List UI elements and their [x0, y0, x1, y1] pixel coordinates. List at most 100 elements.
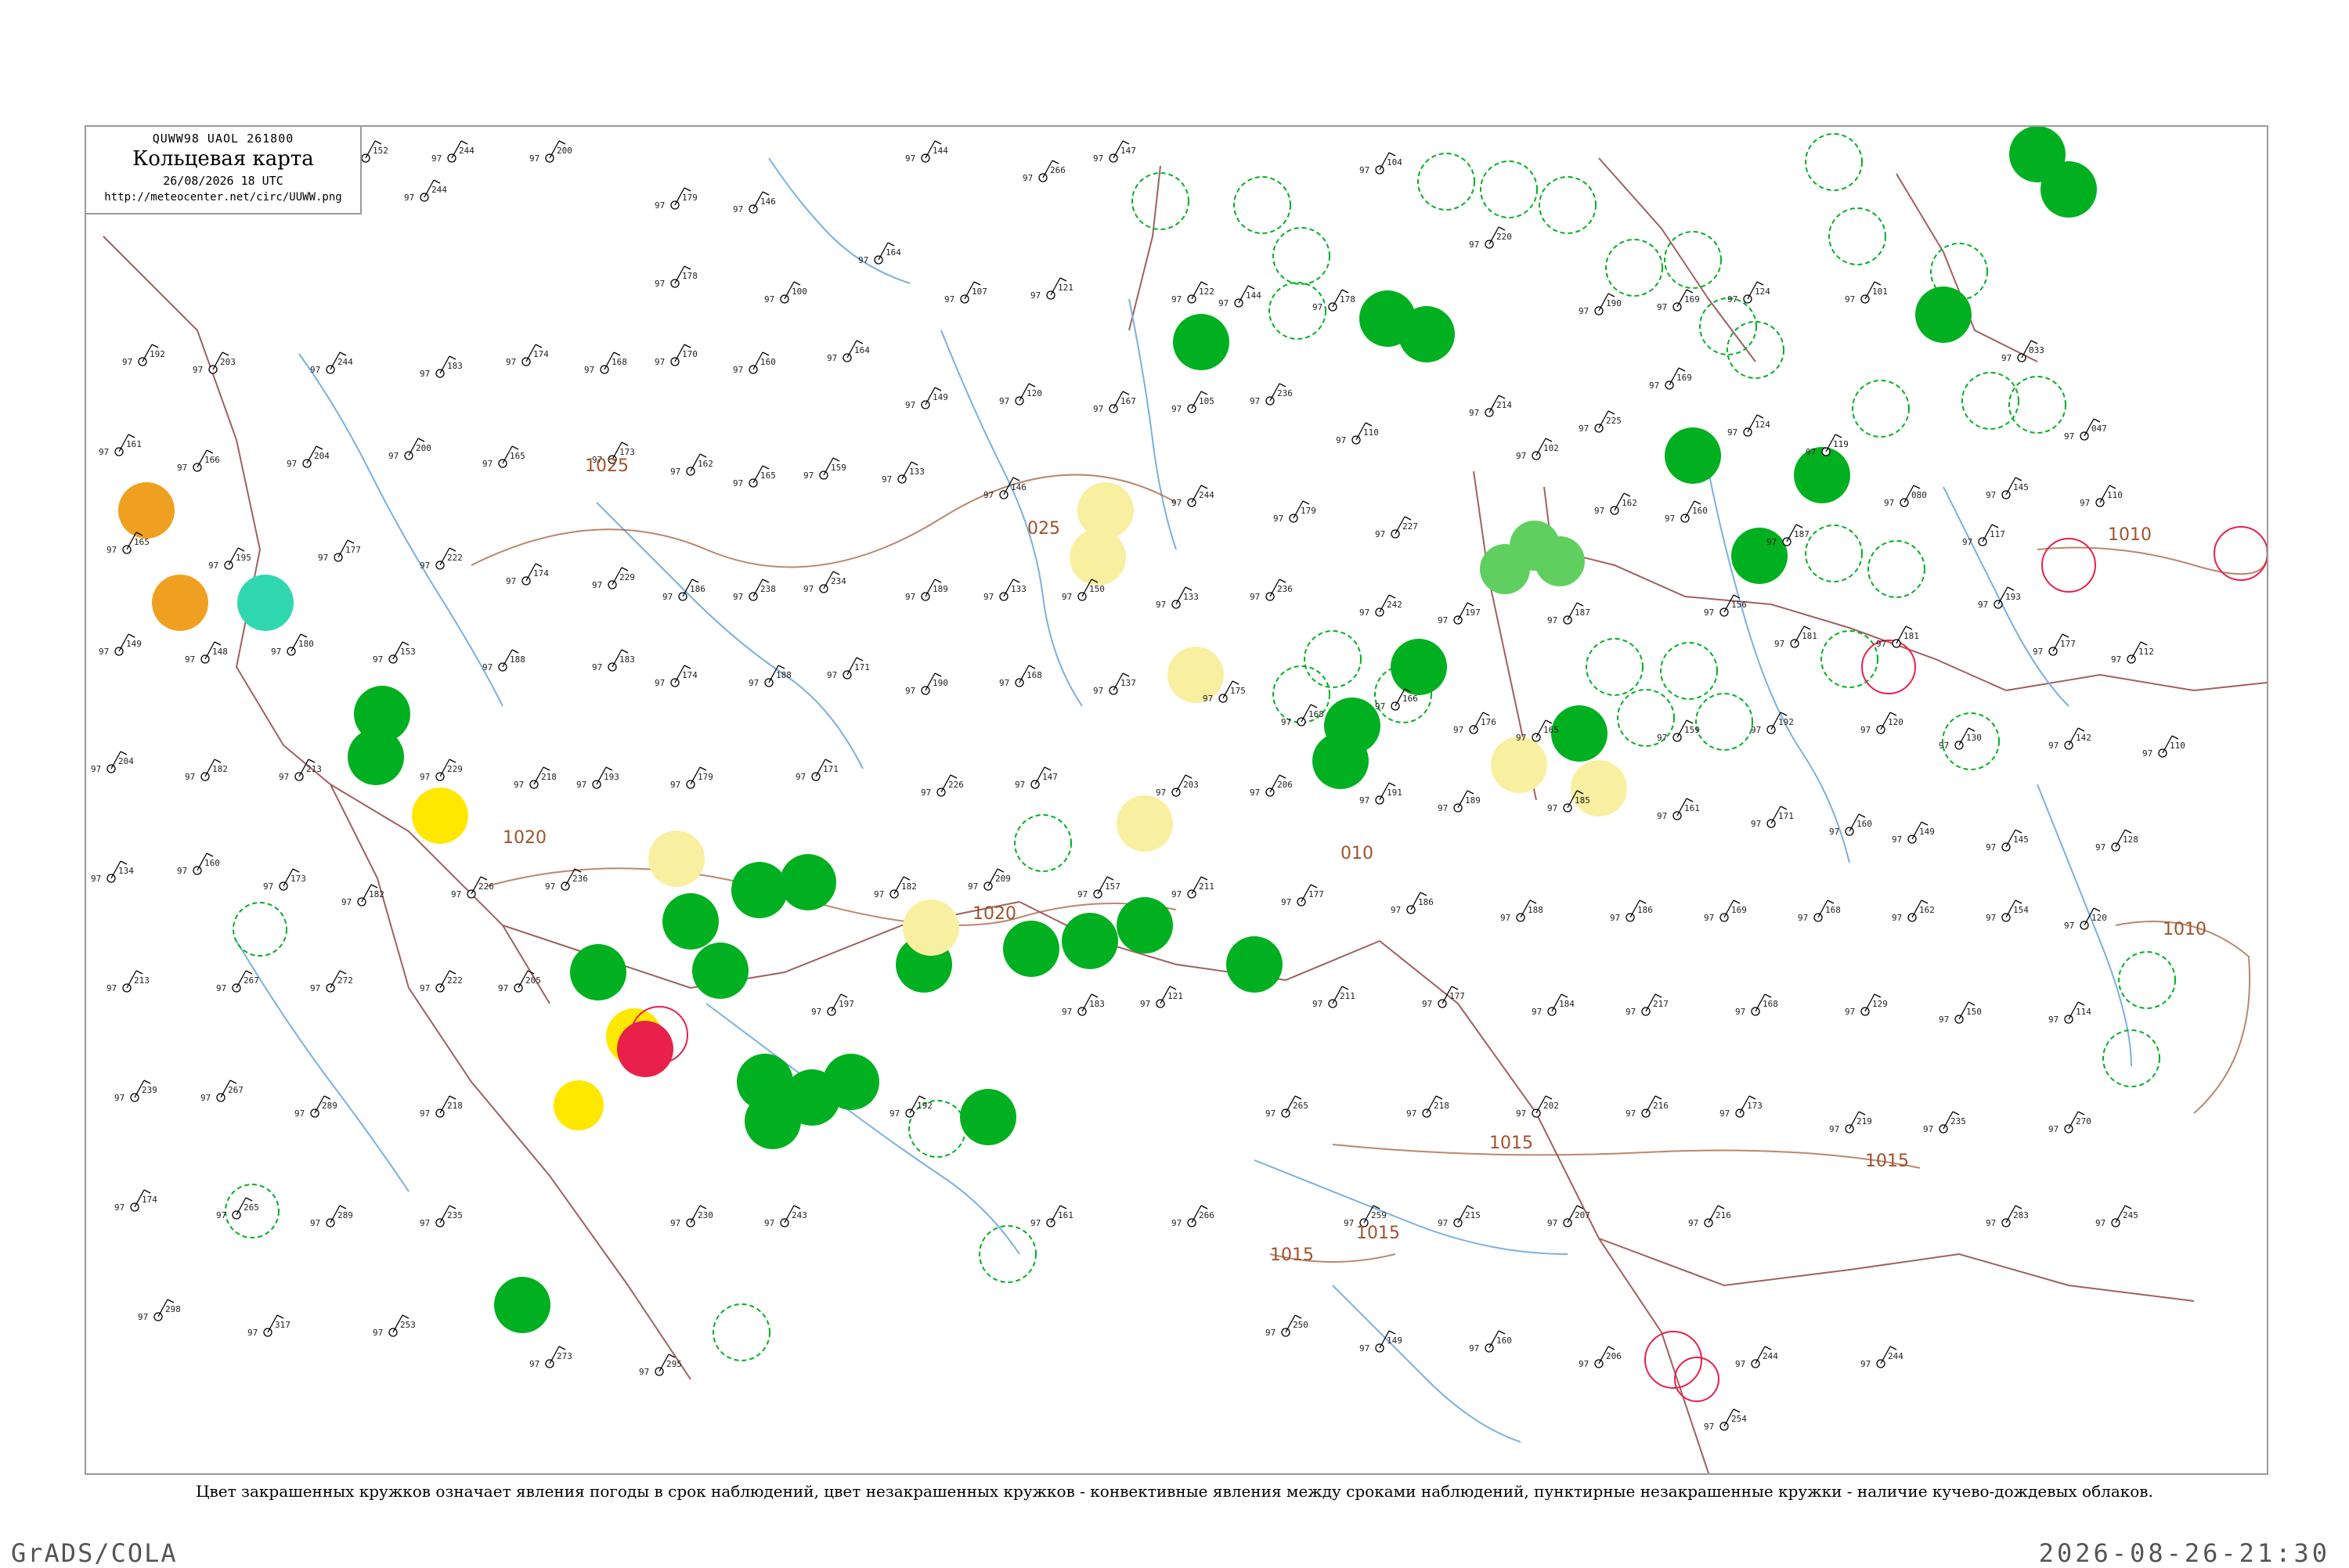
station-plot[interactable]: 101 97 — [1845, 281, 1888, 305]
station-plot[interactable]: 190 97 — [1579, 293, 1622, 316]
station-plot[interactable]: 272 97 — [310, 970, 353, 993]
station-plot[interactable]: 270 97 — [2048, 1111, 2091, 1134]
station-plot[interactable]: 239 97 — [114, 1080, 157, 1103]
station-plot[interactable]: 121 97 — [1140, 986, 1183, 1009]
weather-circle-rain[interactable] — [1794, 447, 1850, 503]
station-plot[interactable]: 183 97 — [420, 355, 463, 379]
station-plot[interactable]: 209 97 — [968, 868, 1011, 892]
station-plot[interactable]: 149 97 — [905, 387, 948, 410]
weather-circle-drizzle[interactable] — [1491, 737, 1547, 793]
station-plot[interactable]: 227 97 — [1375, 516, 1418, 539]
weather-circle-rain[interactable] — [823, 1054, 879, 1110]
station-plot[interactable]: 181 97 — [1774, 625, 1817, 649]
station-plot[interactable]: 213 97 — [106, 970, 150, 993]
station-plot[interactable]: 110 97 — [1336, 422, 1379, 445]
station-plot[interactable]: 182 97 — [185, 759, 228, 782]
weather-circle-rain[interactable] — [1398, 306, 1455, 362]
weather-circle-rain[interactable] — [1062, 913, 1118, 969]
weather-circle-rain[interactable] — [1731, 528, 1788, 584]
station-plot[interactable]: 180 97 — [271, 633, 314, 657]
station-plot[interactable]: 128 97 — [2095, 829, 2138, 852]
station-plot[interactable]: 211 97 — [1171, 876, 1214, 899]
station-plot[interactable]: 182 97 — [341, 884, 384, 907]
station-plot[interactable]: 174 97 — [506, 563, 549, 586]
weather-circle-rain[interactable] — [1915, 287, 1972, 343]
station-plot[interactable]: 218 97 — [514, 766, 557, 790]
station-plot[interactable]: 168 97 — [584, 351, 627, 375]
station-plot[interactable]: 244 97 — [431, 140, 474, 164]
station-plot[interactable]: 219 97 — [1829, 1111, 1872, 1134]
station-plot[interactable]: 161 97 — [1657, 798, 1700, 821]
station-plot[interactable]: 122 97 — [1171, 281, 1214, 305]
station-plot[interactable]: 153 97 — [373, 641, 416, 665]
weather-circle-drizzle[interactable] — [1077, 482, 1134, 539]
station-plot[interactable]: 149 97 — [1892, 821, 1935, 845]
station-plot[interactable]: 203 97 — [1156, 774, 1199, 798]
station-plot[interactable]: 189 97 — [905, 579, 948, 602]
station-plot[interactable]: 298 97 — [138, 1299, 181, 1322]
station-plot[interactable]: 215 97 — [1438, 1205, 1481, 1228]
weather-circle-haze[interactable] — [152, 575, 208, 631]
station-plot[interactable]: 133 97 — [983, 579, 1027, 602]
station-plot[interactable]: 265 97 — [1265, 1095, 1308, 1119]
station-plot[interactable]: 244 97 — [1860, 1346, 1903, 1369]
station-plot[interactable]: 114 97 — [2048, 1001, 2091, 1025]
station-plot[interactable]: 192 97 — [1751, 712, 1794, 735]
station-plot[interactable]: 165 97 — [482, 445, 525, 469]
weather-circle-thunderstorm[interactable] — [617, 1021, 673, 1077]
station-plot[interactable]: 229 97 — [420, 759, 463, 782]
station-plot[interactable]: 146 97 — [983, 477, 1027, 500]
station-plot[interactable]: 145 97 — [1986, 477, 2029, 500]
station-plot[interactable]: 253 97 — [373, 1314, 416, 1338]
weather-circle-rain[interactable] — [494, 1277, 550, 1333]
station-plot[interactable]: 147 97 — [1015, 766, 1058, 790]
station-plot[interactable]: 206 97 — [1250, 774, 1293, 798]
station-plot[interactable]: 110 97 — [2142, 735, 2185, 759]
station-plot[interactable]: 146 97 — [733, 191, 776, 214]
station-plot[interactable]: 244 97 — [1171, 485, 1214, 508]
station-plot[interactable]: 133 97 — [1156, 586, 1199, 610]
station-plot[interactable]: 162 97 — [1892, 899, 1935, 923]
station-plot[interactable]: 222 97 — [420, 547, 463, 571]
station-plot[interactable]: 289 97 — [310, 1205, 353, 1228]
station-plot[interactable]: 273 97 — [529, 1346, 572, 1369]
station-plot[interactable]: 188 97 — [1500, 899, 1543, 923]
station-plot[interactable]: 182 97 — [874, 876, 917, 899]
station-plot[interactable]: 235 97 — [420, 1205, 463, 1228]
station-plot[interactable]: 174 97 — [655, 665, 698, 688]
station-plot[interactable]: 170 97 — [655, 344, 698, 367]
station-plot[interactable]: 265 97 — [216, 1197, 259, 1220]
weather-circle-drizzle[interactable] — [648, 831, 705, 887]
station-plot[interactable]: 164 97 — [827, 340, 870, 363]
station-plot[interactable]: 193 97 — [576, 766, 619, 790]
station-plot[interactable]: 047 97 — [2064, 418, 2107, 442]
station-plot[interactable]: 150 97 — [1939, 1001, 1982, 1025]
station-plot[interactable]: 186 97 — [1391, 892, 1434, 915]
weather-circle-rain[interactable] — [2040, 161, 2097, 218]
station-plot[interactable]: 188 97 — [482, 649, 525, 672]
station-plot[interactable]: 168 97 — [1735, 993, 1778, 1017]
weather-circle-rain[interactable] — [662, 893, 719, 950]
station-plot[interactable]: 190 97 — [905, 672, 948, 696]
station-plot[interactable]: 124 97 — [1727, 281, 1770, 305]
station-plot[interactable]: 171 97 — [1751, 806, 1794, 829]
station-plot[interactable]: 144 97 — [1218, 285, 1261, 308]
station-plot[interactable]: 179 97 — [1273, 500, 1316, 524]
station-plot[interactable]: 203 97 — [193, 351, 236, 375]
station-plot[interactable]: 080 97 — [1884, 485, 1927, 508]
station-plot[interactable]: 112 97 — [2111, 641, 2154, 665]
weather-circle-rain[interactable] — [1226, 936, 1283, 993]
weather-circle-rain[interactable] — [692, 943, 749, 999]
station-plot[interactable]: 121 97 — [1030, 277, 1073, 301]
weather-circle-rain[interactable] — [731, 862, 788, 918]
station-plot[interactable]: 179 97 — [655, 187, 698, 211]
station-plot[interactable]: 192 97 — [122, 344, 165, 367]
station-plot[interactable]: 184 97 — [1532, 993, 1575, 1017]
station-plot[interactable]: 137 97 — [1093, 672, 1136, 696]
weather-circle-rain[interactable] — [1173, 314, 1229, 370]
station-plot[interactable]: 267 97 — [216, 970, 259, 993]
station-plot[interactable]: 120 97 — [1860, 712, 1903, 735]
station-plot[interactable]: 154 97 — [1986, 899, 2029, 923]
station-plot[interactable]: 222 97 — [420, 970, 463, 993]
station-plot[interactable]: 234 97 — [803, 571, 846, 594]
